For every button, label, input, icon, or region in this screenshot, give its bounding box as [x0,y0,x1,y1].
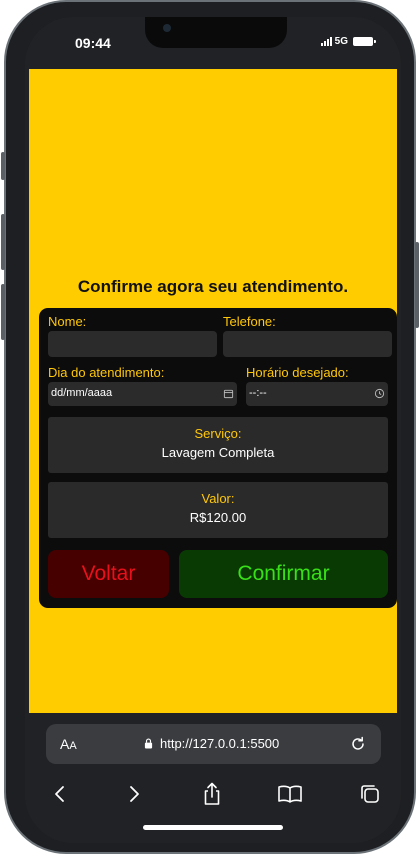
volume-up-button [1,214,5,270]
signal-icon [320,37,332,46]
power-button [415,242,419,328]
price-box: Valor: R$120.00 [48,482,388,538]
time-placeholder: --:-- [249,387,267,399]
notch [145,17,287,48]
phone-input[interactable] [223,331,392,357]
service-label: Serviço: [194,426,242,441]
date-label: Dia do atendimento: [48,365,165,380]
price-label: Valor: [201,491,235,506]
web-page: Confirme agora seu atendimento. Nome: Te… [29,69,397,713]
time-label: Horário desejado: [246,365,349,380]
back-icon [55,786,64,802]
browser-toolbar: AA http://127.0.0.1:5500 [25,713,401,843]
forward-icon [130,786,139,802]
back-nav-button[interactable] [45,779,75,809]
reload-icon[interactable] [349,735,367,753]
date-input[interactable]: dd/mm/aaaa [48,382,237,406]
name-input[interactable] [48,331,217,357]
calendar-icon[interactable] [223,388,234,399]
share-icon [204,782,220,805]
phone-frame: 09:44 5G Confirme agora seu atendimento.… [1,0,419,854]
date-placeholder: dd/mm/aaaa [51,387,113,399]
status-indicators: 5G [320,36,376,47]
bookmarks-icon [278,785,302,803]
service-box: Serviço: Lavagem Completa [48,417,388,473]
name-label: Nome: [48,314,87,329]
bookmarks-button[interactable] [275,779,305,809]
lock-icon [144,738,153,749]
battery-icon [353,37,376,46]
phone-label: Telefone: [223,314,276,329]
volume-down-button [1,284,5,340]
confirm-button[interactable]: Confirmar [179,550,388,598]
address-bar[interactable]: AA http://127.0.0.1:5500 [46,724,381,764]
back-button[interactable]: Voltar [48,550,169,598]
browser-nav [25,779,401,813]
text-size-small: A [69,740,77,752]
phone-screen: 09:44 5G Confirme agora seu atendimento.… [25,17,401,843]
forward-nav-button[interactable] [119,779,149,809]
tabs-button[interactable] [355,779,385,809]
price-value: R$120.00 [189,510,247,525]
text-size-large: A [60,736,70,752]
status-bar: 09:44 5G [25,17,401,69]
share-button[interactable] [197,779,227,809]
booking-form: Nome: Telefone: Dia do atendimento: dd/m… [39,308,397,608]
service-value: Lavagem Completa [161,445,275,460]
time-input[interactable]: --:-- [246,382,388,406]
page-title: Confirme agora seu atendimento. [77,277,349,296]
camera-icon [163,24,171,32]
tabs-icon [361,785,379,803]
status-time: 09:44 [75,35,111,51]
clock-icon[interactable] [374,388,385,399]
mute-switch [1,152,5,180]
url-text: http://127.0.0.1:5500 [160,736,280,751]
network-type: 5G [334,36,348,47]
home-indicator[interactable] [143,825,283,830]
text-size-button[interactable]: AA [60,736,77,752]
